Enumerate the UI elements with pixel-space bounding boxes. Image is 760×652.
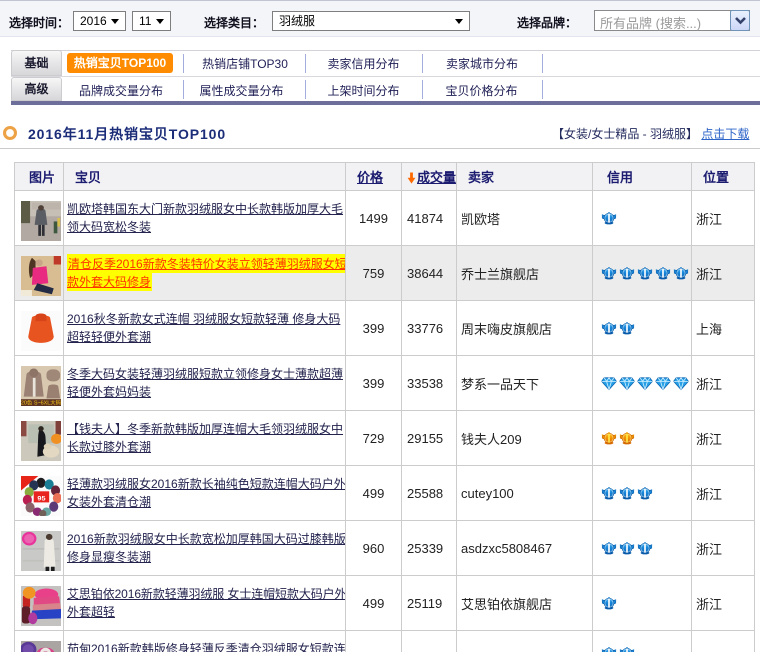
svg-text:95: 95 xyxy=(37,495,45,502)
